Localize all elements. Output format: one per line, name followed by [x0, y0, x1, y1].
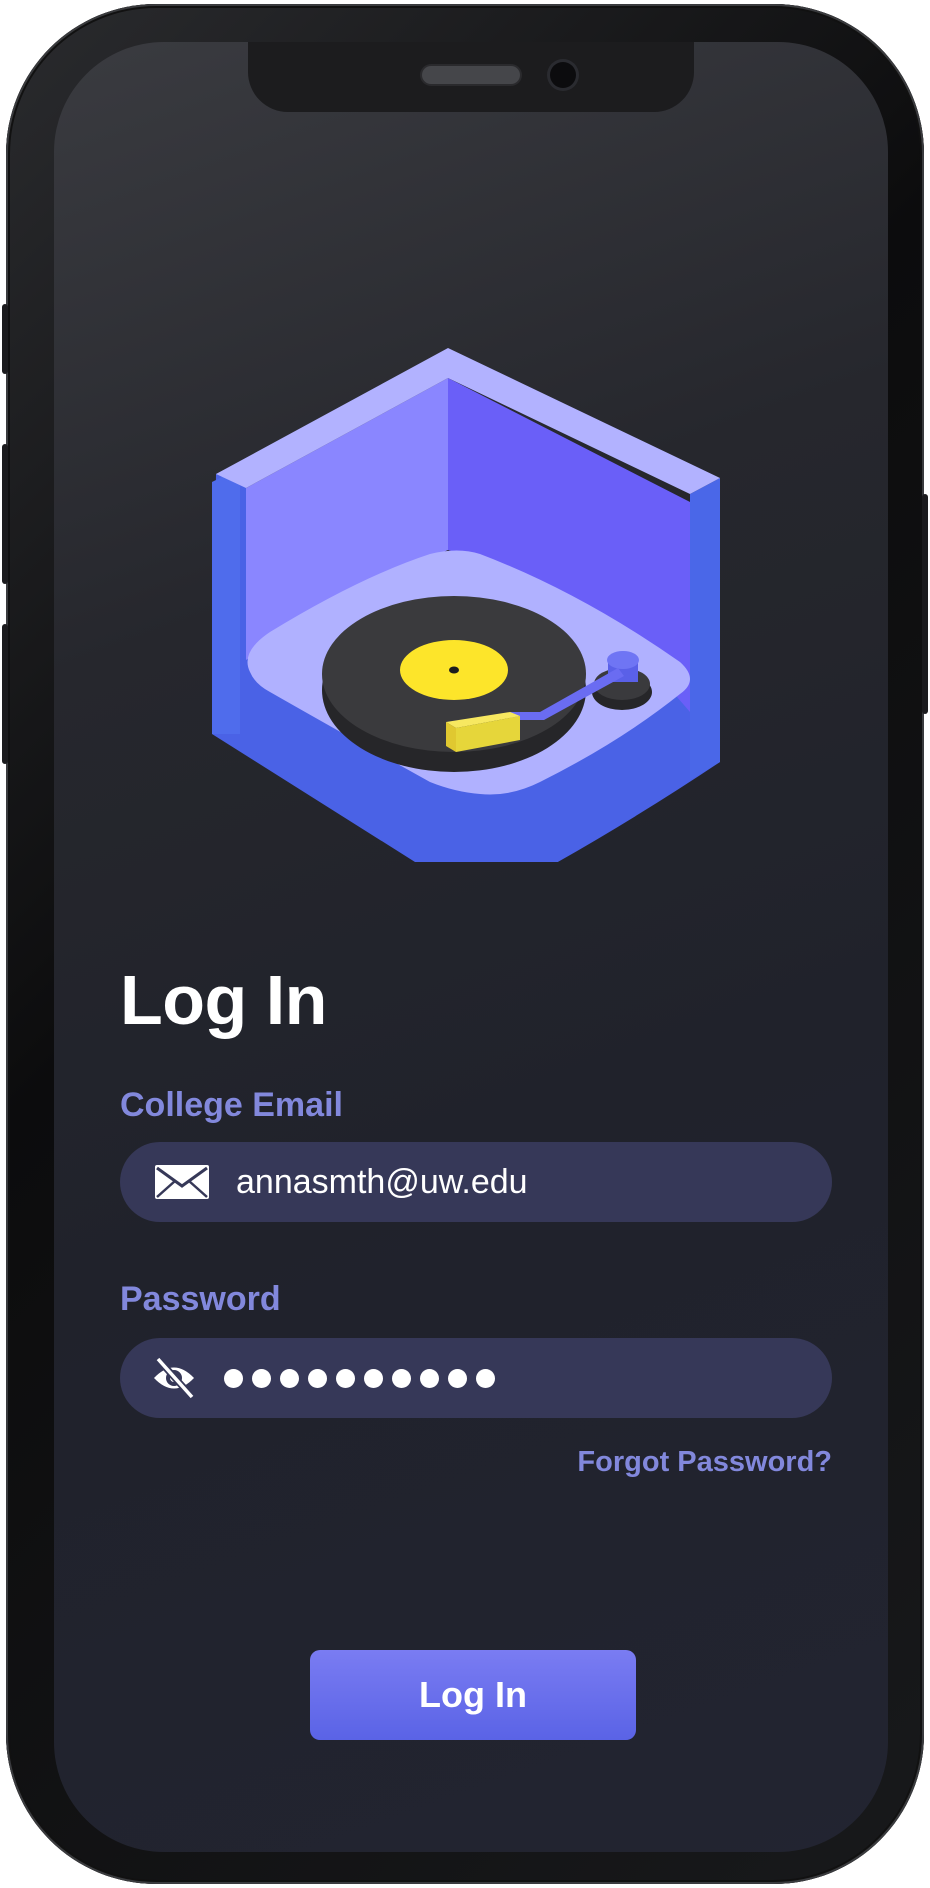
password-mask-dot: [476, 1368, 495, 1388]
turntable-illustration: [212, 348, 720, 862]
record-spindle: [449, 666, 459, 674]
password-label: Password: [120, 1280, 281, 1318]
password-mask-dot: [392, 1368, 411, 1388]
password-mask-dot: [280, 1368, 299, 1388]
speaker-grille: [422, 66, 520, 84]
password-mask-dot: [364, 1368, 383, 1388]
side-button-mute: [2, 304, 8, 374]
password-field[interactable]: [120, 1338, 832, 1418]
box-left-edge: [212, 468, 240, 734]
password-mask-dot: [252, 1368, 271, 1388]
password-mask-dot: [420, 1368, 439, 1388]
email-field[interactable]: annasmth@uw.edu: [120, 1142, 832, 1222]
login-button[interactable]: Log In: [310, 1650, 636, 1740]
phone-frame: Log In College Email annasmth@uw.edu Pas…: [2, 4, 928, 1884]
front-camera: [550, 62, 576, 88]
tonearm-pivot-cap: [607, 651, 639, 669]
side-button-volume-down: [2, 624, 8, 764]
app-screen: Log In College Email annasmth@uw.edu Pas…: [54, 42, 888, 1852]
password-mask-dot: [224, 1368, 243, 1388]
side-button-power: [922, 494, 928, 714]
forgot-password-link[interactable]: Forgot Password?: [577, 1446, 832, 1479]
password-mask-dot: [308, 1368, 327, 1388]
page-title: Log In: [120, 961, 327, 1039]
side-button-volume-up: [2, 444, 8, 584]
envelope-icon: [155, 1165, 209, 1199]
email-label: College Email: [120, 1086, 343, 1124]
eye-slash-icon[interactable]: [150, 1355, 198, 1401]
notch: [248, 42, 694, 112]
password-mask-dot: [336, 1368, 355, 1388]
email-value[interactable]: annasmth@uw.edu: [236, 1162, 528, 1202]
password-value[interactable]: [224, 1360, 495, 1396]
box-right-wall: [690, 478, 720, 780]
password-mask-dot: [448, 1368, 467, 1388]
